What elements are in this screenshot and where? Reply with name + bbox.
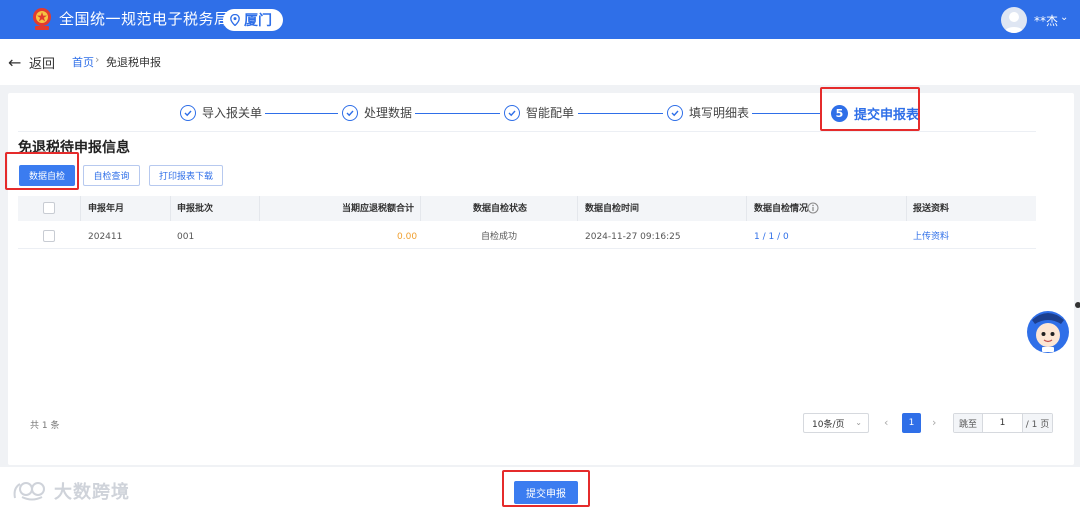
step-label: 处理数据	[364, 106, 413, 120]
row-checkbox[interactable]	[43, 230, 55, 242]
watermark: 大数跨境	[12, 478, 130, 504]
back-button[interactable]: 返回	[29, 53, 55, 72]
upload-link[interactable]: 上传资料	[913, 231, 949, 243]
scroll-indicator	[1075, 302, 1080, 308]
breadcrumb-home[interactable]: 首页	[72, 54, 94, 70]
total-count: 共 1 条	[30, 421, 60, 431]
amount-cell: 0.00	[397, 232, 418, 242]
column-header: 数据自检时间	[585, 204, 640, 214]
navigation-bar: ← 返回 首页 › 免退税申报	[0, 39, 1080, 85]
select-all-checkbox[interactable]	[43, 202, 55, 214]
page-size-select[interactable]: 10条/页 ⌄	[803, 413, 869, 433]
chevron-down-icon: ⌄	[855, 418, 862, 427]
user-icon	[1004, 12, 1024, 33]
main-card	[8, 93, 1074, 465]
tax-emblem-icon	[33, 8, 51, 30]
back-arrow-icon[interactable]: ←	[8, 53, 21, 72]
column-header: 数据自检状态	[473, 204, 528, 214]
region-selector[interactable]: 厦门	[223, 9, 283, 31]
step-process[interactable]: 处理数据	[342, 104, 412, 121]
step-detail[interactable]: 填写明细表	[667, 104, 749, 121]
check-circle-icon	[667, 104, 683, 121]
divider	[18, 131, 1036, 132]
jump-input[interactable]: 1	[983, 414, 1023, 432]
highlight-box	[502, 470, 590, 507]
column-header: 报送资料	[913, 204, 950, 214]
watermark-text: 大数跨境	[54, 482, 130, 503]
jump-label: 跳至	[954, 414, 983, 432]
column-divider	[906, 196, 907, 221]
top-bar: 全国统一规范电子税务局 厦门 **杰 ⌄	[0, 0, 1080, 39]
next-page-icon[interactable]: ›	[932, 416, 936, 429]
step-import[interactable]: 导入报关单	[180, 104, 262, 121]
page-button[interactable]: 1	[902, 413, 921, 433]
step-connector	[752, 113, 822, 114]
info-icon[interactable]	[807, 202, 819, 214]
region-label: 厦门	[244, 13, 272, 29]
site-title: 全国统一规范电子税务局	[59, 10, 230, 28]
step-label: 填写明细表	[689, 106, 750, 120]
step-label: 导入报关单	[202, 106, 263, 120]
column-divider	[259, 196, 260, 221]
column-divider	[80, 196, 81, 221]
result-link[interactable]: 1 / 1 / 0	[754, 231, 789, 243]
user-name[interactable]: **杰	[1034, 12, 1058, 29]
check-circle-icon	[342, 104, 358, 121]
location-pin-icon	[230, 14, 240, 26]
highlight-box	[820, 87, 920, 131]
step-label: 智能配单	[526, 106, 575, 120]
column-header: 数据自检情况	[754, 204, 809, 214]
page-size-value: 10条/页	[812, 419, 845, 430]
chevron-down-icon[interactable]: ⌄	[1060, 12, 1068, 23]
total-pages: / 1 页	[1023, 414, 1052, 432]
check-query-button[interactable]: 自检查询	[83, 165, 140, 186]
user-avatar[interactable]	[1001, 7, 1027, 33]
column-divider	[577, 196, 578, 221]
column-divider	[420, 196, 421, 221]
batch-cell: 001	[177, 232, 195, 242]
column-divider	[746, 196, 747, 221]
row-divider	[18, 248, 1036, 249]
breadcrumb-separator: ›	[95, 53, 100, 66]
column-header: 申报年月	[88, 204, 125, 214]
period-cell: 202411	[88, 232, 123, 242]
time-cell: 2024-11-27 09:16:25	[585, 232, 681, 242]
check-circle-icon	[180, 104, 196, 121]
step-connector	[415, 113, 500, 114]
print-download-button[interactable]: 打印报表下载	[149, 165, 223, 186]
prev-page-icon[interactable]: ‹	[884, 416, 888, 429]
column-header: 当期应退税额合计	[342, 204, 415, 214]
breadcrumb-current: 免退税申报	[106, 56, 161, 69]
status-cell: 自检成功	[481, 232, 518, 242]
check-circle-icon	[504, 104, 520, 121]
step-match[interactable]: 智能配单	[504, 104, 574, 121]
step-connector	[578, 113, 663, 114]
highlight-box	[5, 152, 79, 190]
assistant-robot-icon[interactable]	[1025, 306, 1071, 354]
column-header: 申报批次	[177, 204, 214, 214]
column-divider	[170, 196, 171, 221]
step-connector	[265, 113, 338, 114]
jump-to-page: 跳至 1 / 1 页	[953, 413, 1053, 433]
watermark-logo-icon	[13, 482, 45, 501]
